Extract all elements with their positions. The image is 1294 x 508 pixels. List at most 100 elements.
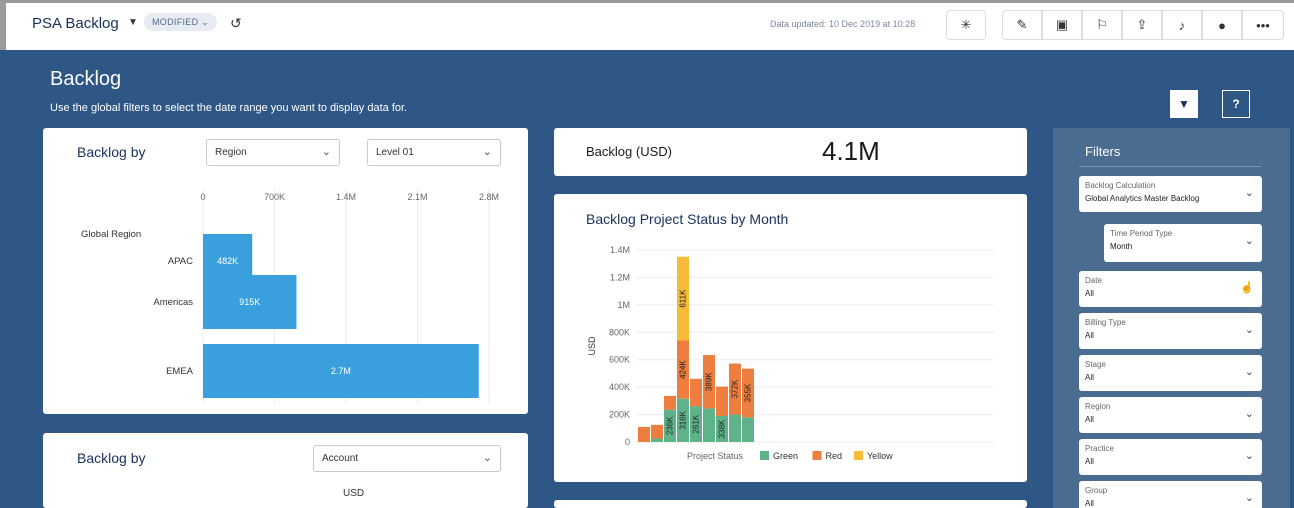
filter-label: Billing Type: [1085, 318, 1126, 327]
region-bar-chart: 0 700K 1.4M 2.1M 2.8M Global Region APAC 482K Am…: [81, 188, 499, 404]
segment-label: 355K: [744, 383, 753, 402]
filter-value: All: [1085, 415, 1094, 424]
pencil-icon: ✎: [1016, 17, 1028, 32]
unit-label: USD: [343, 488, 365, 499]
chat-icon: ●: [1218, 17, 1226, 33]
bar-segment[interactable]: [703, 408, 715, 442]
y-tick-label: 0: [625, 437, 630, 447]
help-label: ?: [1232, 97, 1240, 111]
filter-date[interactable]: Date All ☝: [1079, 271, 1262, 307]
bookmark-button[interactable]: ⚐: [1082, 10, 1122, 40]
chevron-down-icon: ⌄: [1244, 450, 1254, 462]
x-tick-label: 2.1M: [407, 192, 427, 202]
filter-label: Region: [1085, 402, 1111, 411]
funnel-icon: ▼: [1178, 97, 1190, 111]
legend-label: Green: [773, 451, 798, 461]
filter-time-period-type[interactable]: Time Period Type Month ⌄: [1104, 224, 1262, 262]
y-tick-label: 200K: [609, 410, 630, 420]
filter-billing-type[interactable]: Billing Type All ⌄: [1079, 313, 1262, 349]
chat-button[interactable]: ●: [1202, 10, 1242, 40]
undo-icon[interactable]: ↺: [230, 15, 242, 32]
page-subtitle: Use the global filters to select the dat…: [50, 102, 408, 114]
sparkle-icon: ✳: [960, 17, 972, 32]
bar-segment[interactable]: [651, 438, 663, 442]
dropdown-value: Account: [322, 453, 359, 464]
filters-divider: [1079, 166, 1261, 167]
x-tick-label: 700K: [264, 192, 285, 202]
filter-backlog-calculation[interactable]: Backlog Calculation Global Analytics Mast…: [1079, 176, 1262, 212]
legend-title: Project Status: [687, 451, 744, 461]
share-button[interactable]: ⇪: [1122, 10, 1162, 40]
bookmark-icon: ⚐: [1096, 17, 1108, 32]
x-tick-label: 2.8M: [479, 192, 499, 202]
filter-button[interactable]: ▼: [1170, 90, 1198, 118]
legend-swatch: [812, 451, 822, 460]
segment-label: 236K: [666, 416, 675, 435]
bar-segment[interactable]: [729, 414, 741, 442]
save-icon: ▣: [1055, 17, 1069, 32]
chevron-down-icon: ⌄: [1244, 408, 1254, 420]
save-button[interactable]: ▣: [1042, 10, 1082, 40]
project-status-card: Backlog Project Status by Month 0 200K 400…: [554, 194, 1027, 482]
bell-icon: ♪: [1178, 17, 1186, 33]
backlog-by-region-card: Backlog by Region ⌄ Level 01 ⌄ 0 700K 1.4M…: [43, 128, 528, 414]
y-tick-label: 600K: [609, 355, 630, 365]
more-button[interactable]: •••: [1242, 10, 1284, 40]
filter-label: Group: [1085, 486, 1108, 495]
title-dropdown-icon[interactable]: ▼: [128, 17, 138, 28]
kpi-label: Backlog (USD): [586, 144, 672, 159]
hand-cursor-icon: ☝: [1240, 282, 1254, 294]
chevron-down-icon: ⌄: [1244, 492, 1254, 504]
backlog-by-account-card: Backlog by Account ⌄ USD: [43, 433, 528, 508]
notify-button[interactable]: ♪: [1162, 10, 1202, 40]
category-label: Americas: [153, 297, 193, 308]
legend-label: Red: [826, 451, 843, 461]
filter-value: All: [1085, 457, 1094, 466]
y-tick-label: 1.2M: [610, 272, 630, 282]
help-button[interactable]: ?: [1222, 90, 1250, 118]
data-updated-text: Data updated: 10 Dec 2019 at 10:28: [770, 19, 916, 29]
top-bar: PSA Backlog ▼ MODIFIED ⌄ ↺ Data updated:…: [0, 0, 1294, 50]
bar-segment[interactable]: [638, 426, 650, 442]
bar-segment[interactable]: [664, 395, 676, 410]
account-dropdown[interactable]: Account ⌄: [313, 445, 501, 472]
x-tick-label: 1.4M: [336, 192, 356, 202]
chevron-down-icon: ⌄: [1244, 366, 1254, 378]
segment-label: 611K: [679, 289, 688, 308]
legend-swatch: [854, 451, 863, 460]
filter-label: Time Period Type: [1110, 229, 1173, 238]
modified-badge[interactable]: MODIFIED ⌄: [144, 13, 218, 31]
filter-stage[interactable]: Stage All ⌄: [1079, 355, 1262, 391]
category-label: APAC: [168, 256, 193, 267]
filter-value: All: [1085, 289, 1094, 298]
chevron-down-icon: ⌄: [1244, 187, 1254, 199]
filter-value: All: [1085, 499, 1094, 508]
x-tick-label: 0: [200, 192, 205, 202]
filter-label: Backlog Calculation: [1085, 181, 1156, 190]
segment-label: 372K: [731, 379, 740, 398]
filter-value: All: [1085, 373, 1094, 382]
bar-segment[interactable]: [716, 386, 728, 416]
status-bar-chart: 0 200K 400K 600K 800K 1M 1.2M 1.4M USD 236K 316K 42…: [587, 245, 994, 461]
more-icon: •••: [1256, 17, 1270, 33]
filter-value: Global Analytics Master Backlog: [1085, 194, 1200, 203]
data-label: 482K: [217, 256, 238, 266]
row-header: Global Region: [81, 229, 141, 240]
bar-segment[interactable]: [742, 417, 754, 442]
data-label: 915K: [239, 297, 260, 307]
sparkle-button[interactable]: ✳: [946, 10, 986, 40]
filter-region[interactable]: Region All ⌄: [1079, 397, 1262, 433]
segment-label: 316K: [679, 410, 688, 429]
filter-practice[interactable]: Practice All ⌄: [1079, 439, 1262, 475]
backlog-kpi-card: Backlog (USD): [554, 128, 1027, 176]
category-label: EMEA: [166, 366, 194, 377]
chevron-down-icon: ⌄: [482, 452, 492, 464]
dashboard-title[interactable]: PSA Backlog: [32, 15, 119, 32]
kpi-value: 4.1M: [822, 136, 880, 166]
bar-segment[interactable]: [690, 378, 702, 407]
edit-button[interactable]: ✎: [1002, 10, 1042, 40]
bar-segment[interactable]: [651, 424, 663, 439]
share-icon: ⇪: [1136, 17, 1148, 32]
filter-group[interactable]: Group All ⌄: [1079, 481, 1262, 508]
filter-label: Stage: [1085, 360, 1106, 369]
